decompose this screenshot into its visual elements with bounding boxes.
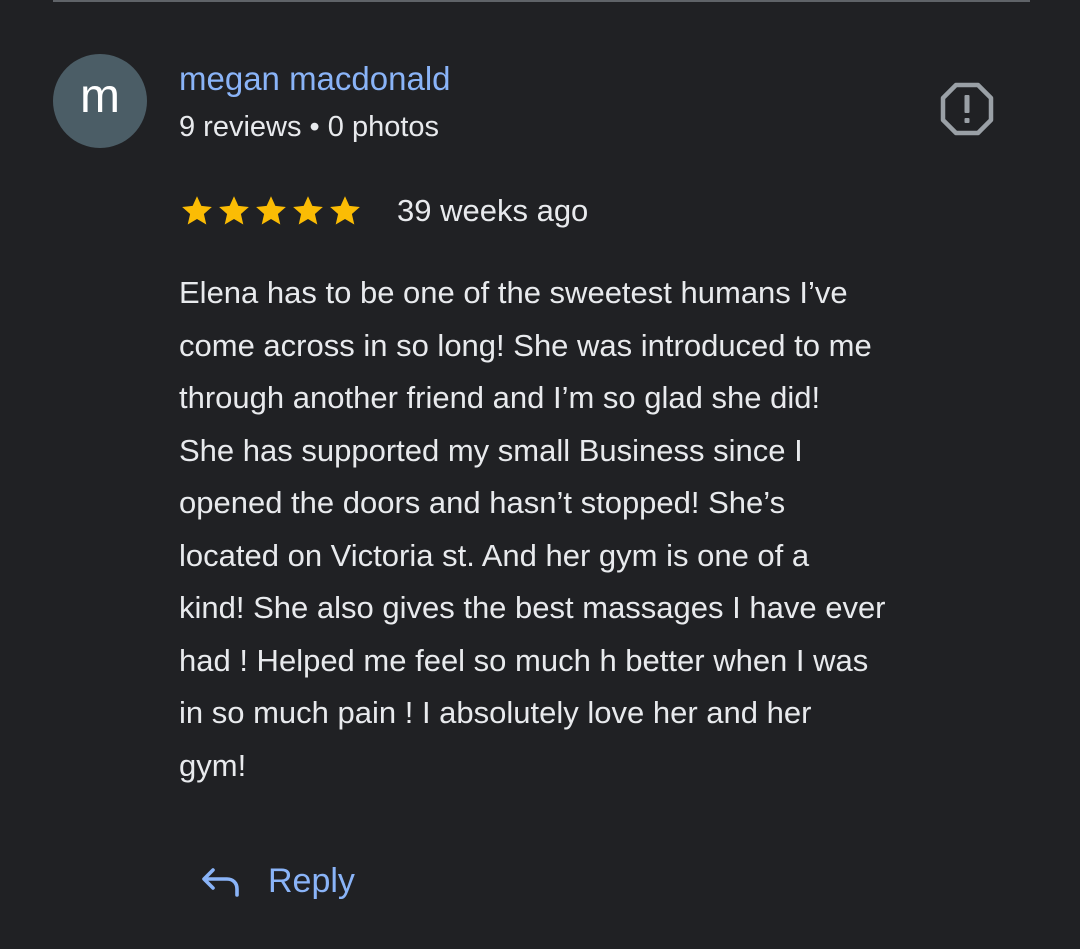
reply-arrow-icon bbox=[202, 867, 239, 897]
report-icon[interactable] bbox=[940, 82, 994, 136]
star-icon bbox=[330, 196, 360, 225]
review-text-line: in so much pain ! I absolutely love her … bbox=[179, 695, 812, 730]
avatar[interactable]: m bbox=[53, 54, 147, 148]
review-text-line: She has supported my small Business sinc… bbox=[179, 432, 803, 468]
reply-label: Reply bbox=[268, 862, 355, 900]
review-text-line: located on Victoria st. And her gym is o… bbox=[179, 537, 810, 573]
review-time: 39 weeks ago bbox=[397, 193, 589, 228]
review-text-line: come across in so long! She was introduc… bbox=[179, 327, 872, 363]
star-icon bbox=[293, 196, 323, 225]
rating-row: 39 weeks ago bbox=[179, 193, 588, 229]
review-text-line: through another friend and I’m so glad s… bbox=[179, 380, 821, 415]
author-name[interactable]: megan macdonald bbox=[179, 60, 451, 98]
star-rating bbox=[179, 193, 363, 229]
star-icon bbox=[256, 196, 286, 225]
reply-button[interactable]: Reply bbox=[200, 862, 355, 901]
avatar-letter: m bbox=[80, 70, 120, 123]
review-card: m megan macdonald 9 reviews • 0 photos 3… bbox=[0, 0, 1080, 949]
review-text-line: opened the doors and hasn’t stopped! She… bbox=[179, 485, 786, 520]
review-text-line: Elena has to be one of the sweetest huma… bbox=[179, 275, 848, 310]
top-divider bbox=[53, 0, 1030, 2]
star-icon bbox=[182, 196, 212, 225]
review-text: Elena has to be one of the sweetest huma… bbox=[179, 267, 1039, 792]
star-icon bbox=[219, 196, 249, 225]
author-meta: 9 reviews • 0 photos bbox=[179, 111, 440, 143]
review-text-line: gym! bbox=[179, 747, 247, 783]
review-text-line: kind! She also gives the best massages I… bbox=[179, 590, 886, 625]
review-text-line: had ! Helped me feel so much h better wh… bbox=[179, 642, 869, 678]
